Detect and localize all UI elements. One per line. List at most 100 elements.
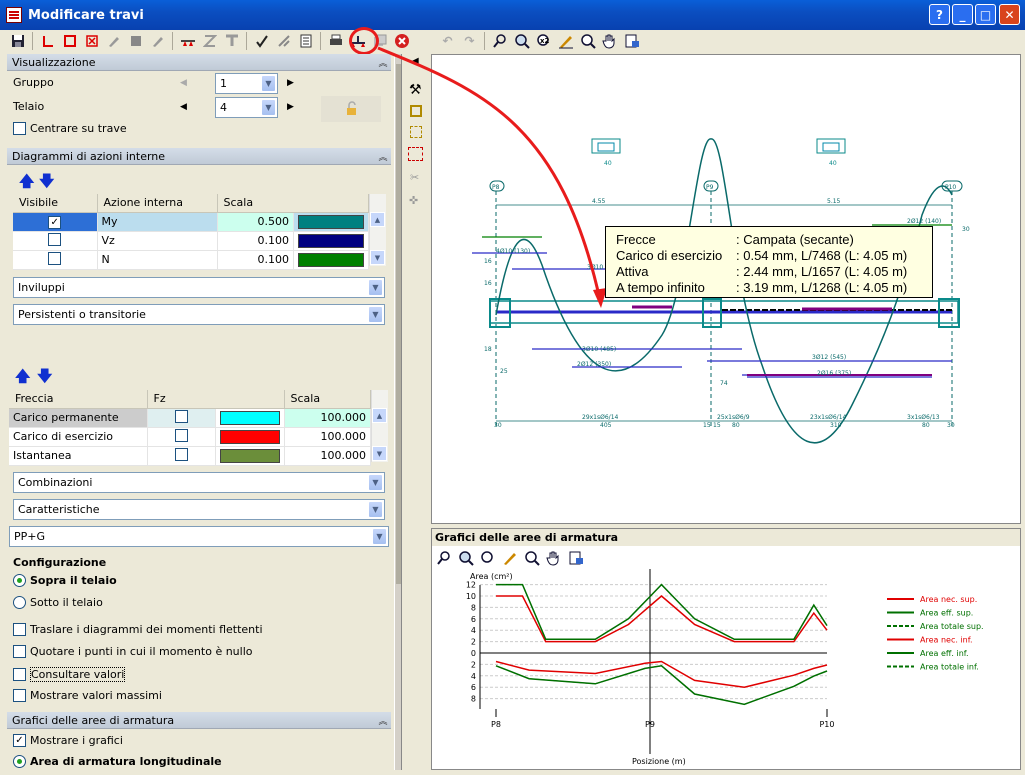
sotto-radio[interactable]: Sotto il telaio: [13, 596, 103, 609]
help-button[interactable]: ?: [929, 4, 950, 25]
zoom-2-icon[interactable]: [478, 548, 497, 567]
collapse-icon[interactable]: ︽: [375, 150, 391, 163]
stop-icon[interactable]: [392, 32, 411, 51]
zoom-icon[interactable]: [578, 32, 597, 51]
sopra-radio[interactable]: Sopra il telaio: [13, 574, 117, 587]
table-scrollbar[interactable]: ▲ ▼: [371, 390, 388, 462]
print-preview-icon[interactable]: [566, 548, 585, 567]
table-row[interactable]: Vz 0.100: [13, 231, 369, 251]
scale-value[interactable]: 0.100: [217, 231, 294, 251]
pencil-icon[interactable]: [500, 548, 519, 567]
persistenti-select[interactable]: Persistenti o transitorie ▼: [13, 304, 385, 325]
traslare-checkbox[interactable]: Traslare i diagrammi dei momenti fletten…: [13, 623, 263, 636]
quotare-checkbox[interactable]: Quotare i punti in cui il momento è null…: [13, 645, 253, 658]
zoom-2-icon[interactable]: x2: [534, 32, 553, 51]
section-z-icon[interactable]: [200, 32, 219, 51]
table-scrollbar[interactable]: ▲ ▼: [369, 194, 386, 266]
inviluppi-select[interactable]: Inviluppi ▼: [13, 277, 385, 298]
hand-icon[interactable]: [544, 548, 563, 567]
mostrare-massimi-checkbox[interactable]: Mostrare valori massimi: [13, 689, 162, 702]
tools-icon[interactable]: ⚒: [409, 82, 422, 98]
maximize-button[interactable]: □: [975, 4, 996, 25]
prev-telaio-icon[interactable]: ◀: [180, 102, 187, 112]
section-grafici[interactable]: Grafici delle aree di armatura ︽: [7, 712, 391, 729]
undo-icon[interactable]: ↶: [438, 32, 457, 51]
move-up-icon[interactable]: 🡅: [15, 366, 30, 391]
scissors-icon[interactable]: ✂: [410, 171, 419, 184]
color-swatch[interactable]: [219, 410, 280, 425]
list-icon[interactable]: [296, 32, 315, 51]
print-preview-icon[interactable]: [622, 32, 641, 51]
panel-scrollbar[interactable]: [394, 54, 402, 770]
edit-doc-icon[interactable]: [148, 32, 167, 51]
mostrare-grafici-checkbox[interactable]: ✓ Mostrare i grafici: [13, 734, 123, 747]
beam-rect-icon[interactable]: [60, 32, 79, 51]
combination-select[interactable]: PP+G ▼: [9, 526, 389, 547]
caratteristiche-select[interactable]: Caratteristiche ▼: [13, 499, 385, 520]
move-down-icon[interactable]: 🡇: [39, 171, 54, 196]
pan-zoom-icon[interactable]: [490, 32, 509, 51]
combinazioni-select[interactable]: Combinazioni ▼: [13, 472, 385, 493]
edit-beam-icon[interactable]: [104, 32, 123, 51]
zoom-icon[interactable]: [522, 548, 541, 567]
scale-value[interactable]: 0.500: [217, 212, 294, 232]
gruppo-select[interactable]: 1 ▼: [215, 73, 278, 94]
visible-checkbox[interactable]: [48, 251, 62, 265]
print-icon[interactable]: [326, 32, 345, 51]
square-icon[interactable]: [410, 105, 422, 117]
centrare-checkbox[interactable]: Centrare su trave: [13, 122, 127, 135]
longitudinale-radio[interactable]: Area di armatura longitudinale: [13, 755, 222, 768]
support-icon[interactable]: [178, 32, 197, 51]
fill-icon[interactable]: [126, 32, 145, 51]
group-select-icon[interactable]: [408, 147, 423, 161]
scale-value[interactable]: 100.000: [284, 408, 371, 428]
color-swatch[interactable]: [298, 252, 364, 267]
next-gruppo-icon[interactable]: ▶: [287, 78, 294, 88]
move-down-icon[interactable]: 🡇: [37, 366, 52, 391]
close-button[interactable]: ✕: [999, 4, 1020, 25]
beam-l-icon[interactable]: [38, 32, 57, 51]
next-telaio-icon[interactable]: ▶: [287, 102, 294, 112]
zoom-window-icon[interactable]: [456, 548, 475, 567]
color-swatch[interactable]: [298, 214, 364, 229]
collapse-icon[interactable]: ︽: [375, 714, 391, 727]
consultare-checkbox[interactable]: Consultare valori: [13, 667, 126, 682]
visible-checkbox[interactable]: ✓: [48, 215, 62, 229]
fz-checkbox[interactable]: [174, 428, 188, 442]
table-row[interactable]: N 0.100: [13, 250, 369, 270]
section-t-icon[interactable]: [222, 32, 241, 51]
table-row[interactable]: Istantanea 100.000: [9, 446, 371, 466]
hand-icon[interactable]: [600, 32, 619, 51]
color-swatch[interactable]: [219, 429, 280, 444]
zoom-window-icon[interactable]: [512, 32, 531, 51]
select-icon[interactable]: [410, 126, 422, 138]
minimize-button[interactable]: _: [952, 4, 973, 25]
visible-checkbox[interactable]: [48, 232, 62, 246]
scale-value[interactable]: 100.000: [284, 446, 371, 466]
scale-value[interactable]: 0.100: [217, 250, 294, 270]
fix-icon[interactable]: [274, 32, 293, 51]
table-row[interactable]: ✓ My 0.500: [13, 212, 369, 232]
color-swatch[interactable]: [298, 233, 364, 248]
scale-value[interactable]: 100.000: [284, 427, 371, 447]
fz-checkbox[interactable]: [174, 409, 188, 423]
check-icon[interactable]: [252, 32, 271, 51]
lock-icon[interactable]: [321, 96, 381, 122]
section-diagrammi[interactable]: Diagrammi di azioni interne ︽: [7, 148, 391, 165]
collapse-left-icon[interactable]: ◀: [411, 56, 419, 67]
table-row[interactable]: Carico permanente 100.000: [9, 408, 371, 428]
pencil-icon[interactable]: [556, 32, 575, 51]
redo-icon[interactable]: ↷: [460, 32, 479, 51]
telaio-select[interactable]: 4 ▼: [215, 97, 278, 118]
join-icon[interactable]: ✜: [409, 194, 418, 207]
fz-checkbox[interactable]: [174, 447, 188, 461]
color-swatch[interactable]: [219, 448, 280, 463]
save-icon[interactable]: [8, 32, 27, 51]
reinforcement-chart[interactable]: Area (cm²) Posizione (m) 12 10 8 6 4 2 0 2 4 6 8 P…: [432, 569, 1020, 769]
move-up-icon[interactable]: 🡅: [19, 171, 34, 196]
section-visualizzazione[interactable]: Visualizzazione ︽: [7, 54, 391, 71]
prev-gruppo-icon[interactable]: ◀: [180, 78, 187, 88]
table-row[interactable]: Carico di esercizio 100.000: [9, 427, 371, 447]
pan-zoom-icon[interactable]: [434, 548, 453, 567]
collapse-icon[interactable]: ︽: [375, 56, 391, 69]
